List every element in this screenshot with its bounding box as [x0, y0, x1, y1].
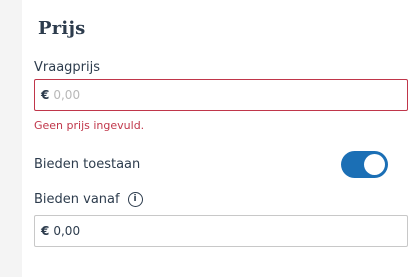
vraagprijs-error-message: Geen prijs ingevuld.	[34, 119, 145, 132]
currency-symbol: €	[41, 224, 50, 238]
vraagprijs-field[interactable]: €	[34, 79, 408, 111]
info-icon[interactable]: i	[127, 192, 143, 207]
bieden-vanaf-field[interactable]: €	[34, 215, 408, 247]
price-card: Prijs Vraagprijs € Geen prijs ingevuld. …	[22, 0, 419, 277]
bieden-toestaan-toggle[interactable]	[341, 151, 388, 178]
vraagprijs-label: Vraagprijs	[34, 60, 101, 75]
bieden-vanaf-label: Bieden vanaf	[34, 192, 120, 207]
bieden-vanaf-input[interactable]	[53, 224, 354, 238]
bieden-vanaf-label-row: Bieden vanaf i	[34, 192, 143, 207]
section-title: Prijs	[38, 18, 86, 39]
currency-symbol: €	[41, 88, 50, 102]
toggle-knob	[364, 154, 385, 175]
vraagprijs-input[interactable]	[53, 88, 354, 102]
bieden-toestaan-label: Bieden toestaan	[34, 157, 141, 172]
